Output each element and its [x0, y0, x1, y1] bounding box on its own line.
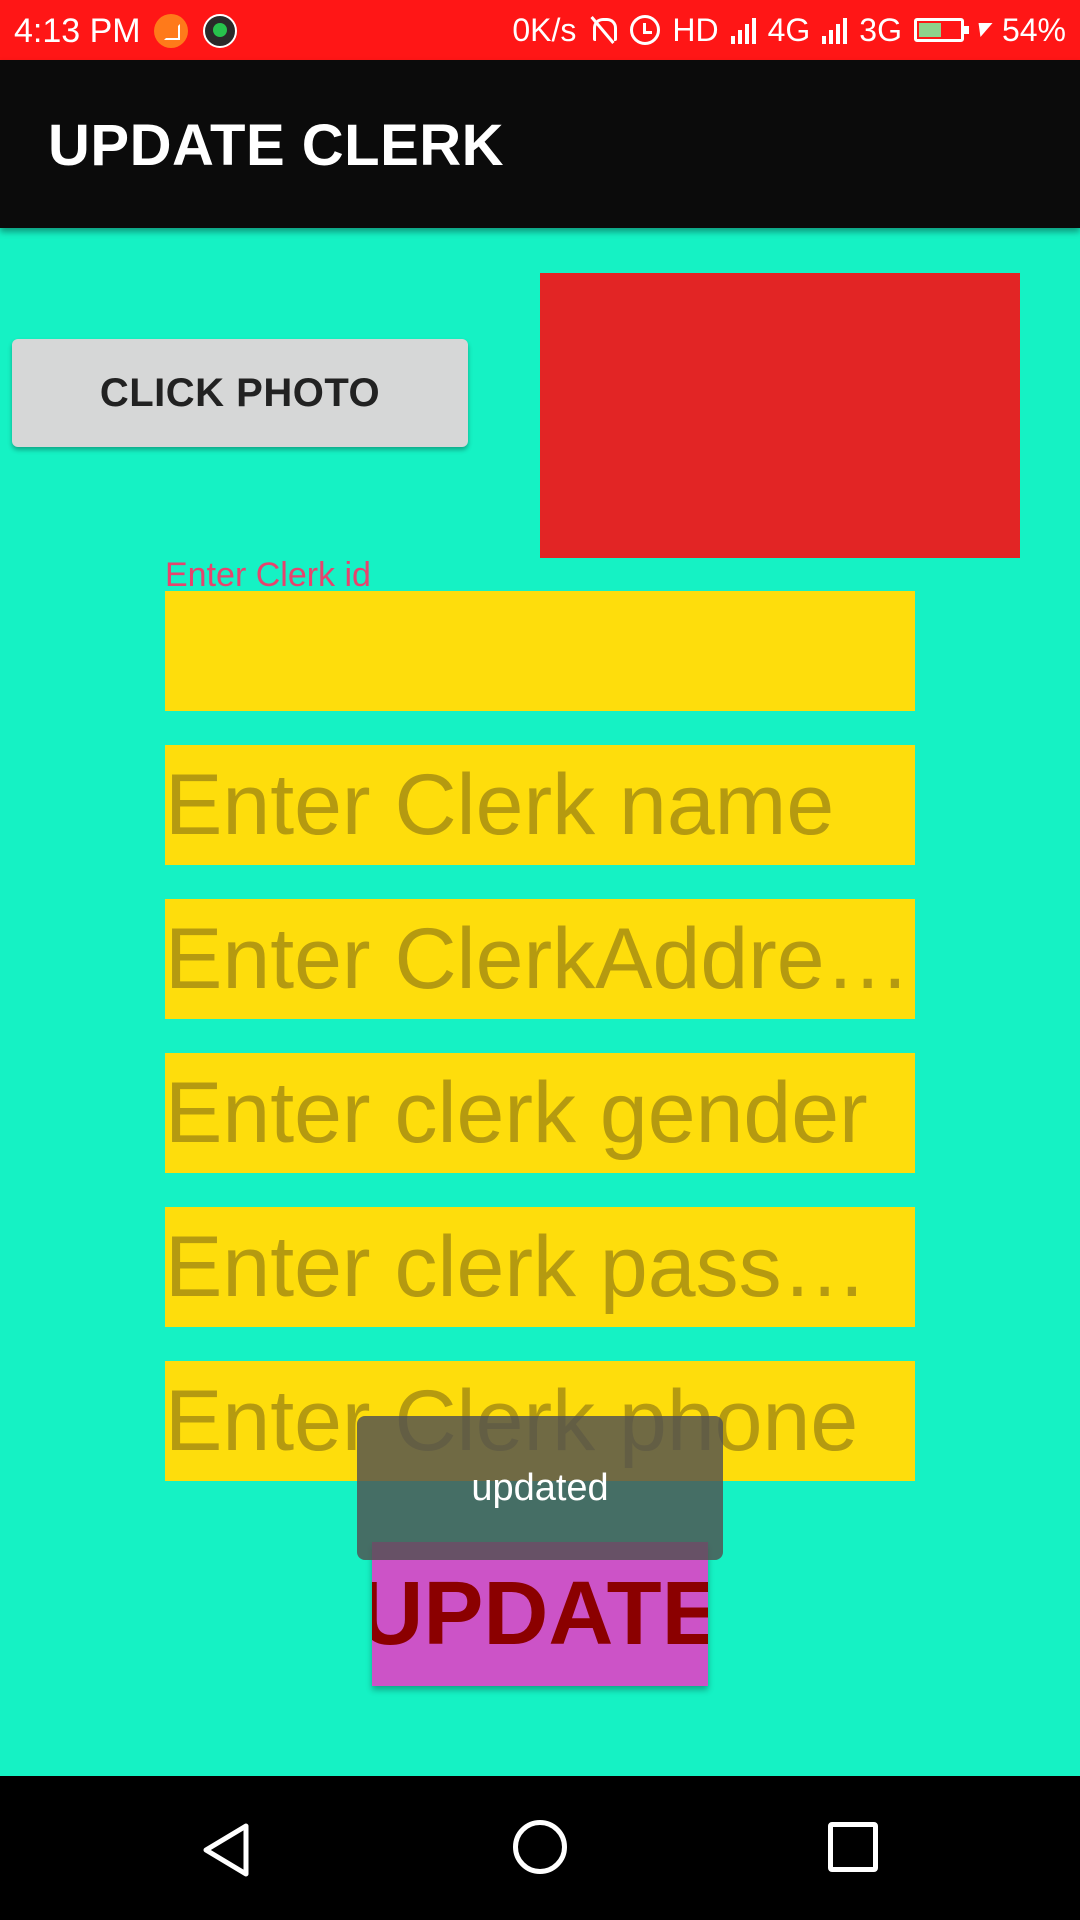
- navigation-bar: [0, 1776, 1080, 1920]
- photo-preview: [540, 273, 1020, 558]
- net-speed: 0K/s: [512, 11, 577, 48]
- battery-percent: 54%: [1001, 11, 1066, 48]
- alarm-icon: [630, 15, 661, 45]
- clerk-name-placeholder: Enter Clerk name: [165, 757, 835, 853]
- signal-icon: [730, 16, 756, 44]
- signal-icon: [822, 16, 848, 44]
- clerk-gender-field[interactable]: Enter clerk gender: [165, 1053, 915, 1173]
- clerk-name-field[interactable]: Enter Clerk name: [165, 745, 915, 865]
- toast-message: updated: [357, 1416, 723, 1560]
- hd-indicator: HD: [672, 11, 719, 48]
- clerk-address-placeholder: Enter ClerkAddre…: [165, 911, 911, 1007]
- update-button[interactable]: UPDATE: [372, 1542, 708, 1686]
- charging-icon: [973, 23, 993, 37]
- recent-apps-icon[interactable]: [828, 1822, 878, 1872]
- click-photo-button[interactable]: CLICK PHOTO: [12, 339, 468, 447]
- battery-icon: [913, 18, 969, 42]
- clerk-address-field[interactable]: Enter ClerkAddre…: [165, 899, 915, 1019]
- status-indicators: 0K/s HD 4G 3G 54%: [512, 12, 1066, 48]
- network-4g: 4G: [767, 11, 811, 48]
- call-recorder-icon: [203, 14, 237, 48]
- crop-notification-icon: [154, 14, 188, 48]
- status-time: 4:13 PM: [14, 12, 141, 50]
- bell-off-icon: [588, 15, 618, 45]
- clerk-gender-placeholder: Enter clerk gender: [165, 1065, 868, 1161]
- home-icon[interactable]: [513, 1820, 567, 1874]
- clerk-password-placeholder: Enter clerk pass…: [165, 1219, 868, 1315]
- app-bar: UPDATE CLERK: [0, 60, 1080, 228]
- page-title: UPDATE CLERK: [48, 113, 505, 178]
- battery-fill: [918, 23, 941, 37]
- status-bar: 4:13 PM 0K/s HD 4G 3G 54%: [0, 0, 1080, 60]
- clerk-id-field[interactable]: [165, 591, 915, 711]
- back-icon[interactable]: [198, 1820, 258, 1880]
- clerk-password-field[interactable]: Enter clerk pass…: [165, 1207, 915, 1327]
- clerk-id-value: [165, 591, 915, 711]
- clerk-id-label: Enter Clerk id: [165, 556, 371, 594]
- network-3g: 3G: [859, 11, 902, 48]
